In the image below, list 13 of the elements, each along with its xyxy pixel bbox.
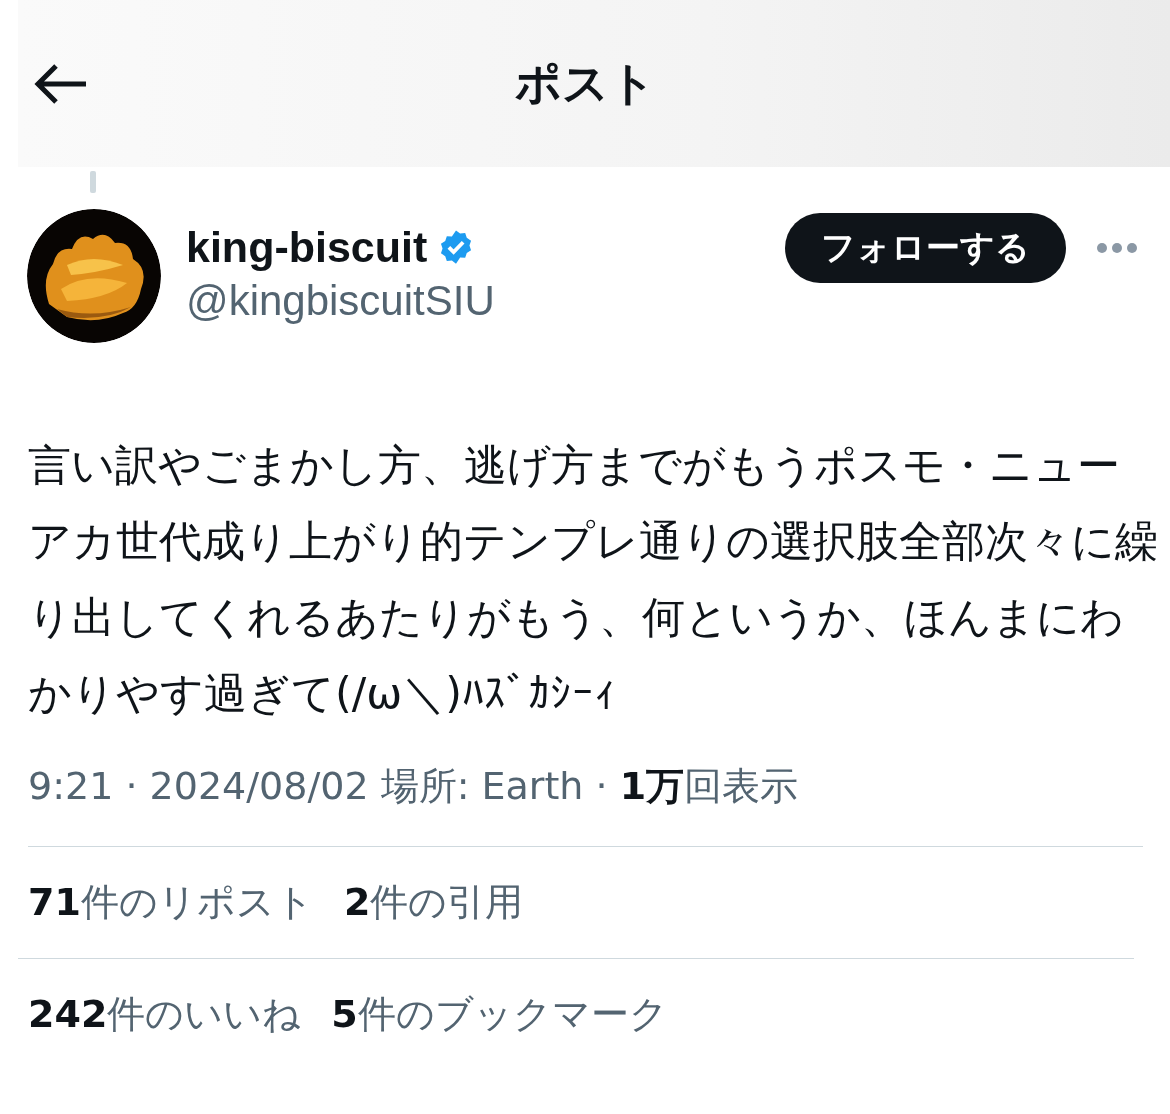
author-handle: @kingbiscuitSIU <box>186 276 496 326</box>
author-name: king-biscuit <box>186 222 428 273</box>
thread-line <box>90 171 96 193</box>
post-text: 言い訳やごまかし方、逃げ方までがもうポスモ・ニューアカ世代成り上がり的テンプレ通りの選択肢全部次々に繰り出してくれるあたりがもう、何というか、ほんまにわかりやす過ぎて(/ω＼)ﾊｽﾞｶｼｰｨ <box>28 439 1159 720</box>
back-button[interactable] <box>34 63 88 104</box>
stat-count[interactable]: 5件のブックマーク <box>331 989 668 1040</box>
stat-count[interactable]: 71件のリポスト <box>28 877 314 928</box>
more-icon[interactable] <box>1096 242 1138 254</box>
stat-count[interactable]: 242件のいいね <box>28 989 302 1040</box>
stat-count[interactable]: 2件の引用 <box>343 877 524 928</box>
follow-button[interactable]: フォローする <box>785 213 1066 283</box>
page-title: ポスト <box>514 54 656 112</box>
post-meta: 9:21 · 2024/08/02 場所: Earth · 1万回表示 <box>28 761 1143 847</box>
